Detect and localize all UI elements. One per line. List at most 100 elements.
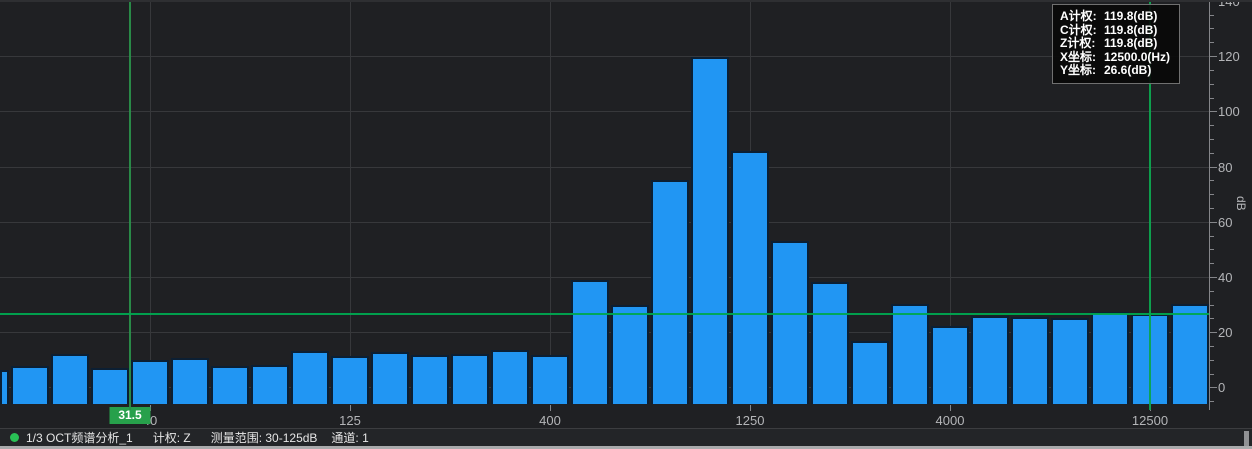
frequency-bar-1250hz[interactable] <box>731 151 768 404</box>
scrollbar-corner[interactable] <box>1244 431 1249 446</box>
x-tick-4000hz <box>950 405 951 411</box>
frequency-bar-80hz[interactable] <box>251 365 288 404</box>
y-axis-line <box>1209 0 1210 410</box>
marker-frequency-badge[interactable]: 31.5 <box>110 407 151 424</box>
y-minor-tick-95 <box>1210 125 1214 126</box>
y-minor-tick-115 <box>1210 70 1214 71</box>
readout-row-a-weighting: A计权: 119.8(dB) <box>1060 10 1172 24</box>
frequency-bar-250hz[interactable] <box>451 354 488 404</box>
y-major-tick-80 <box>1210 167 1217 168</box>
readout-value: 12500.0(Hz) <box>1104 51 1172 65</box>
frequency-bar-315hz[interactable] <box>491 350 528 404</box>
y-tick-label-20: 20 <box>1218 326 1252 339</box>
y-tick-label-100: 100 <box>1218 105 1252 118</box>
y-major-tick-40 <box>1210 277 1217 278</box>
frequency-bar-6300hz[interactable] <box>1011 317 1048 404</box>
frequency-bar-500hz[interactable] <box>571 280 608 404</box>
readout-value: 26.6(dB) <box>1104 64 1172 78</box>
readout-label: Y坐标: <box>1060 64 1104 78</box>
x-axis: 40125400125040001250031.5 <box>0 404 1252 428</box>
x-tick-label-400hz: 400 <box>539 413 561 428</box>
frequency-bar-16000hz[interactable] <box>1171 304 1208 404</box>
cursor-readout-panel: A计权: 119.8(dB) C计权: 119.8(dB) Z计权: 119.8… <box>1052 4 1180 84</box>
frequency-bar-40hz[interactable] <box>131 360 168 404</box>
x-tick-1250hz <box>750 405 751 411</box>
range-field: 测量范围: 30-125dB <box>211 429 318 446</box>
window-top-edge <box>0 0 1252 2</box>
h-gridline-40db <box>0 277 1209 278</box>
frequency-bar-8000hz[interactable] <box>1051 318 1088 404</box>
frequency-bar-1000hz[interactable] <box>691 57 728 404</box>
frequency-bar-630hz[interactable] <box>611 305 648 404</box>
readout-label: A计权: <box>1060 10 1104 24</box>
frequency-bar-16hz[interactable] <box>0 370 9 404</box>
frequency-bar-800hz[interactable] <box>651 180 688 405</box>
frequency-bar-200hz[interactable] <box>411 355 448 404</box>
y-minor-tick-70 <box>1210 194 1214 195</box>
y-minor-tick-30 <box>1210 305 1214 306</box>
x-tick-12500hz <box>1150 405 1151 411</box>
x-tick-label-125hz: 125 <box>339 413 361 428</box>
y-tick-label-120: 120 <box>1218 50 1252 63</box>
status-bar: 1/3 OCT频谱分析_1 计权: Z 测量范围: 30-125dB 通道: 1 <box>0 428 1252 446</box>
frequency-bar-2000hz[interactable] <box>811 282 848 404</box>
h-gridline-60db <box>0 222 1209 223</box>
frequency-bar-3150hz[interactable] <box>891 304 928 405</box>
y-minor-tick-90 <box>1210 139 1214 140</box>
v-gridline-40hz <box>150 0 151 404</box>
y-minor-tick-55 <box>1210 236 1214 237</box>
channel-field: 通道: 1 <box>331 429 368 446</box>
y-minor-tick-25 <box>1210 318 1214 319</box>
readout-label: Z计权: <box>1060 37 1104 51</box>
y-major-tick-20 <box>1210 332 1217 333</box>
x-tick-label-4000hz: 4000 <box>936 413 965 428</box>
y-minor-tick-15 <box>1210 346 1214 347</box>
x-tick-125hz <box>350 405 351 411</box>
y-minor-tick-5 <box>1210 374 1214 375</box>
y-tick-label-0: 0 <box>1218 381 1252 394</box>
x-tick-label-1250hz: 1250 <box>736 413 765 428</box>
y-minor-tick-10 <box>1210 360 1214 361</box>
y-minor-tick-135 <box>1210 15 1214 16</box>
frequency-bar-31.5hz[interactable] <box>91 368 128 405</box>
frequency-bar-400hz[interactable] <box>531 355 568 404</box>
frequency-bar-50hz[interactable] <box>171 358 208 404</box>
y-major-tick-0 <box>1210 387 1217 388</box>
y-tick-label-80: 80 <box>1218 161 1252 174</box>
frequency-bar-100hz[interactable] <box>291 351 328 404</box>
readout-row-y-coordinate: Y坐标: 26.6(dB) <box>1060 64 1172 78</box>
y-tick-label-40: 40 <box>1218 271 1252 284</box>
readout-value: 119.8(dB) <box>1104 37 1172 51</box>
frequency-bar-12500hz[interactable] <box>1131 314 1168 404</box>
y-minor-tick-130 <box>1210 28 1214 29</box>
h-gridline-80db <box>0 167 1209 168</box>
y-minor-tick-110 <box>1210 84 1214 85</box>
frequency-bar-1600hz[interactable] <box>771 241 808 404</box>
x-tick-label-12500hz: 12500 <box>1132 413 1168 428</box>
y-minor-tick--5 <box>1210 401 1214 402</box>
h-gridline-100db <box>0 111 1209 112</box>
frequency-bar-160hz[interactable] <box>371 352 408 404</box>
frequency-bar-63hz[interactable] <box>211 366 248 404</box>
frequency-bar-4000hz[interactable] <box>931 326 968 404</box>
v-gridline-400hz <box>550 0 551 404</box>
frequency-bar-20hz[interactable] <box>11 366 48 404</box>
frequency-bar-2500hz[interactable] <box>851 341 888 404</box>
y-axis-unit-label: dB <box>1234 196 1248 211</box>
spectrum-analyzer-window: 020406080100120140 dB 401254001250400012… <box>0 0 1252 449</box>
y-minor-tick-45 <box>1210 263 1214 264</box>
frequency-bar-10000hz[interactable] <box>1091 312 1128 405</box>
frequency-bar-5000hz[interactable] <box>971 316 1008 404</box>
y-minor-tick-35 <box>1210 291 1214 292</box>
y-major-tick-120 <box>1210 56 1217 57</box>
y-minor-tick-85 <box>1210 153 1214 154</box>
weighting-field: 计权: Z <box>153 429 191 446</box>
spectrum-plot[interactable] <box>0 0 1209 404</box>
readout-value: 119.8(dB) <box>1104 10 1172 24</box>
y-tick-label-60: 60 <box>1218 216 1252 229</box>
status-indicator-dot <box>10 433 19 442</box>
x-tick-400hz <box>550 405 551 411</box>
frequency-bar-25hz[interactable] <box>51 354 88 404</box>
h-gridline-120db <box>0 56 1209 57</box>
frequency-bar-125hz[interactable] <box>331 356 368 404</box>
